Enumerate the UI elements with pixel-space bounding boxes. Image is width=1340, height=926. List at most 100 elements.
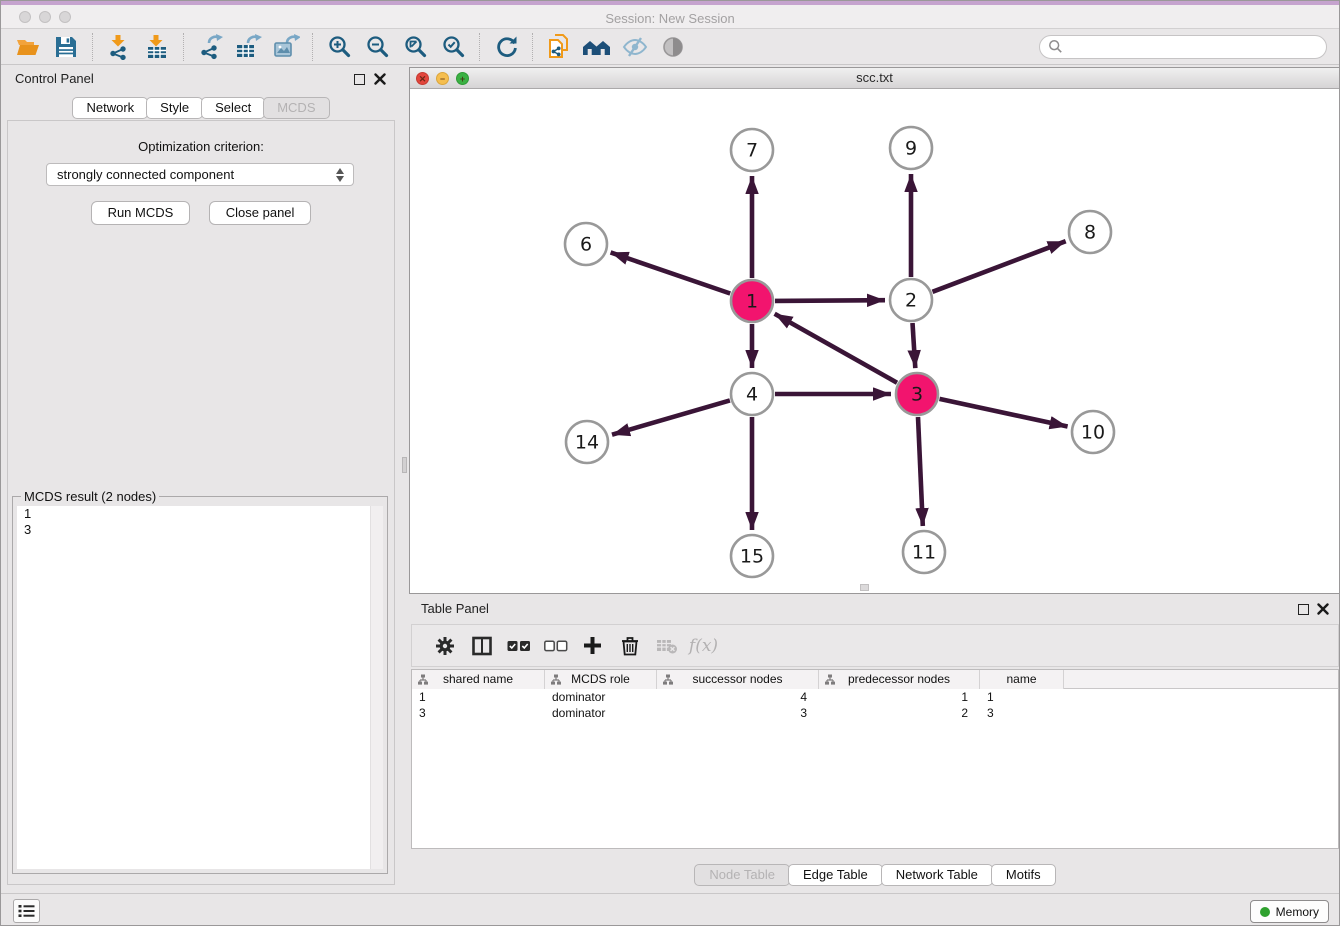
show-columns-button[interactable]	[463, 631, 500, 661]
show-hide-graphics-details-button[interactable]	[616, 31, 654, 63]
graph-edge-4-14[interactable]	[612, 400, 730, 434]
zoom-selected-button[interactable]	[434, 31, 472, 63]
tab-edge-table[interactable]: Edge Table	[788, 864, 883, 886]
float-panel-icon[interactable]	[1298, 604, 1309, 615]
graph-node-8[interactable]: 8	[1069, 211, 1111, 253]
save-session-button[interactable]	[47, 31, 85, 63]
function-builder-button[interactable]: f(x)	[685, 631, 722, 661]
tab-motifs[interactable]: Motifs	[991, 864, 1056, 886]
graph-node-3[interactable]: 3	[896, 373, 938, 415]
open-session-button[interactable]	[9, 31, 47, 63]
export-network-button[interactable]	[191, 31, 229, 63]
tab-select[interactable]: Select	[201, 97, 265, 119]
graph-node-1[interactable]: 1	[731, 280, 773, 322]
table-row[interactable]: 1dominator411	[412, 689, 1338, 705]
graph-node-6[interactable]: 6	[565, 223, 607, 265]
graph-edge-3-10[interactable]	[940, 399, 1068, 427]
node-label: 4	[746, 384, 758, 406]
export-table-button[interactable]	[229, 31, 267, 63]
graph-edge-3-1[interactable]	[775, 314, 897, 383]
export-image-button[interactable]	[267, 31, 305, 63]
graph-node-9[interactable]: 9	[890, 127, 932, 169]
graph-edge-3-11[interactable]	[918, 417, 923, 526]
cell-shared-name[interactable]: 3	[412, 705, 545, 721]
cell-mcds-role[interactable]: dominator	[545, 705, 657, 721]
cell-name[interactable]: 3	[980, 705, 1064, 721]
splitter-handle-icon[interactable]	[402, 457, 407, 473]
import-network-button[interactable]	[100, 31, 138, 63]
run-mcds-button[interactable]: Run MCDS	[91, 201, 191, 225]
graph-node-11[interactable]: 11	[903, 531, 945, 573]
task-history-button[interactable]	[13, 899, 40, 923]
search-box[interactable]	[1039, 35, 1327, 59]
close-panel-button[interactable]: Close panel	[209, 201, 312, 225]
delete-row-button[interactable]	[611, 631, 648, 661]
graph-node-7[interactable]: 7	[731, 129, 773, 171]
deselect-all-rows-button[interactable]	[537, 631, 574, 661]
tab-network[interactable]: Network	[72, 97, 148, 119]
houses-icon	[583, 35, 611, 59]
import-table-button[interactable]	[138, 31, 176, 63]
column-settings-button[interactable]	[426, 631, 463, 661]
column-header-predecessor-nodes[interactable]: predecessor nodes	[819, 670, 980, 689]
table-row[interactable]: 3dominator323	[412, 705, 1338, 721]
column-type-icon	[662, 674, 674, 685]
new-network-from-selection-button[interactable]	[540, 31, 578, 63]
result-scrollbar[interactable]	[370, 506, 383, 869]
column-type-icon	[550, 674, 562, 685]
column-header-shared-name[interactable]: shared name	[412, 670, 545, 689]
first-neighbors-button[interactable]	[578, 31, 616, 63]
tab-mcds[interactable]: MCDS	[263, 97, 329, 119]
graph-node-14[interactable]: 14	[566, 421, 608, 463]
open-folder-icon	[15, 35, 41, 59]
zoom-in-button[interactable]	[320, 31, 358, 63]
eye-slash-icon	[622, 34, 648, 60]
tab-network-table[interactable]: Network Table	[881, 864, 993, 886]
graph-node-10[interactable]: 10	[1072, 411, 1114, 453]
canvas-resize-grip[interactable]	[860, 584, 869, 591]
cell-shared-name[interactable]: 1	[412, 689, 545, 705]
column-header-label: successor nodes	[692, 672, 782, 686]
cell-successor-nodes[interactable]: 4	[657, 689, 819, 705]
cell-predecessor-nodes[interactable]: 1	[819, 689, 980, 705]
close-panel-icon[interactable]	[374, 73, 386, 85]
network-canvas[interactable]: 1 2 3 4 6 7 8 9 10 11 14 15	[410, 90, 1339, 593]
tab-style[interactable]: Style	[146, 97, 203, 119]
export-image-icon	[273, 34, 300, 60]
float-panel-icon[interactable]	[354, 74, 365, 85]
optimization-criterion-select[interactable]: strongly connected component	[46, 163, 354, 186]
graph-edge-2-3[interactable]	[913, 323, 916, 368]
contrast-eye-button[interactable]	[654, 31, 692, 63]
tab-node-table[interactable]: Node Table	[694, 864, 790, 886]
cell-name[interactable]: 1	[980, 689, 1064, 705]
mcds-result-textarea[interactable]: 13	[17, 506, 383, 869]
select-all-rows-button[interactable]	[500, 631, 537, 661]
graph-edge-2-8[interactable]	[933, 241, 1066, 292]
graph-edge-1-6[interactable]	[611, 252, 731, 293]
column-header-successor-nodes[interactable]: successor nodes	[657, 670, 819, 689]
cell-predecessor-nodes[interactable]: 2	[819, 705, 980, 721]
delete-table-button[interactable]	[648, 631, 685, 661]
checked-boxes-icon	[507, 639, 531, 653]
zoom-out-button[interactable]	[358, 31, 396, 63]
cell-successor-nodes[interactable]: 3	[657, 705, 819, 721]
network-graph[interactable]: 1 2 3 4 6 7 8 9 10 11 14 15	[410, 90, 1339, 593]
apply-layout-button[interactable]	[487, 31, 525, 63]
graph-node-15[interactable]: 15	[731, 535, 773, 577]
column-header-name[interactable]: name	[980, 670, 1064, 689]
column-header-mcds-role[interactable]: MCDS role	[545, 670, 657, 689]
export-network-icon	[197, 34, 223, 60]
zoom-fit-button[interactable]	[396, 31, 434, 63]
graph-node-4[interactable]: 4	[731, 373, 773, 415]
column-header-label: predecessor nodes	[848, 672, 950, 686]
panel-splitter[interactable]	[401, 65, 409, 889]
node-table: shared nameMCDS role successor nodes prede…	[411, 669, 1339, 849]
cell-mcds-role[interactable]: dominator	[545, 689, 657, 705]
network-window-titlebar[interactable]: ✕ − + scc.txt	[410, 68, 1339, 89]
memory-button[interactable]: Memory	[1250, 900, 1329, 923]
close-panel-icon[interactable]	[1317, 603, 1329, 615]
add-row-button[interactable]	[574, 631, 611, 661]
search-input[interactable]	[1063, 37, 1326, 57]
graph-edge-1-2[interactable]	[775, 300, 885, 301]
graph-node-2[interactable]: 2	[890, 279, 932, 321]
